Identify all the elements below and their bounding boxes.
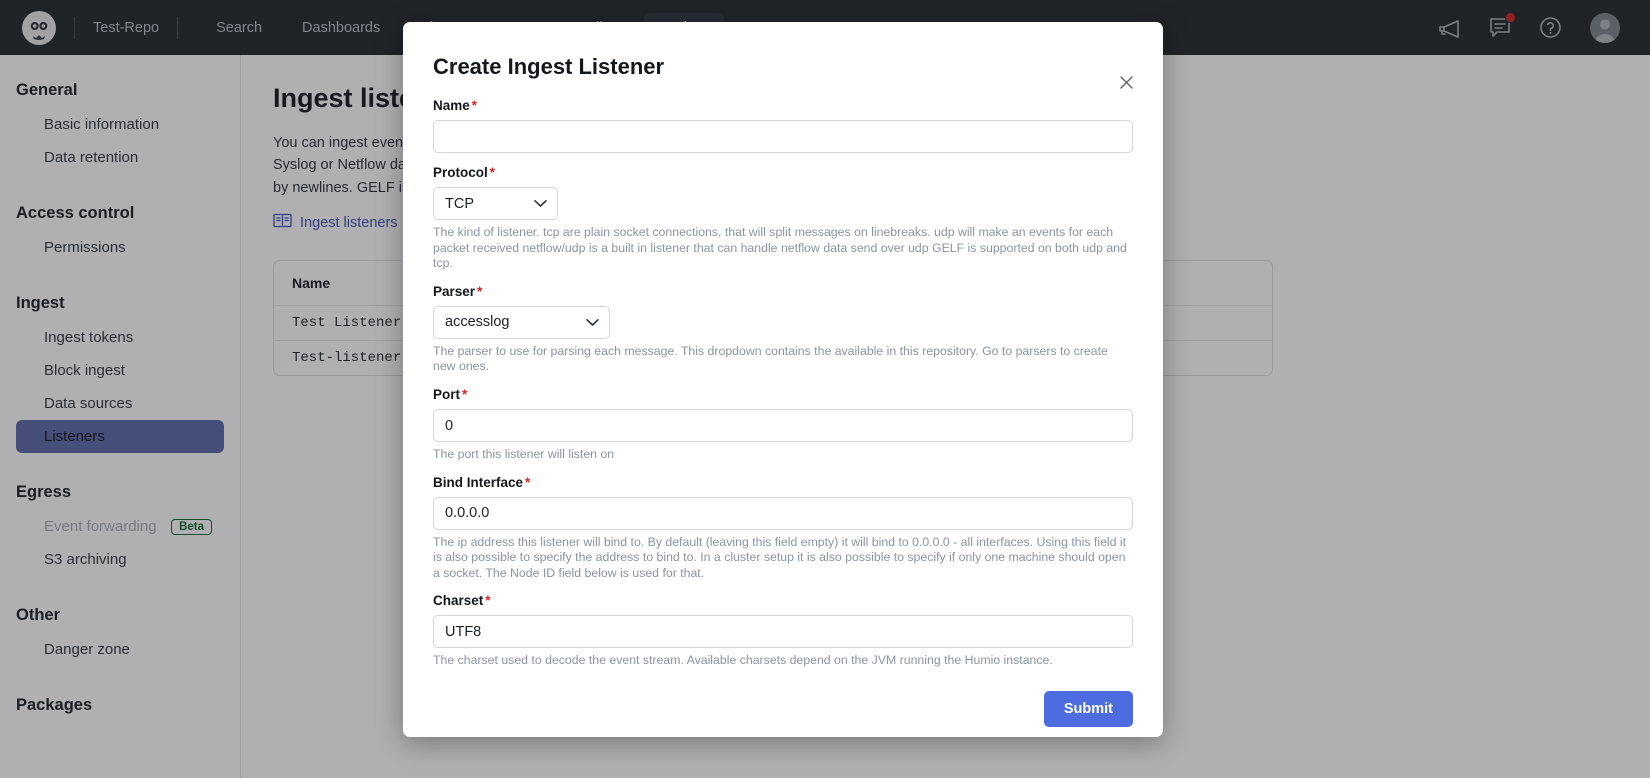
label-text: Name xyxy=(433,98,470,113)
label-charset: Charset* xyxy=(433,593,1133,608)
bind-interface-help-text: The ip address this listener will bind t… xyxy=(433,535,1133,582)
required-marker: * xyxy=(490,165,495,180)
modal-footer: Submit xyxy=(433,691,1133,727)
protocol-help-text: The kind of listener. tcp are plain sock… xyxy=(433,225,1133,272)
required-marker: * xyxy=(485,593,490,608)
label-text: Protocol xyxy=(433,165,488,180)
parser-help-text: The parser to use for parsing each messa… xyxy=(433,344,1133,375)
label-port: Port* xyxy=(433,387,1133,402)
parser-selected-value: accesslog xyxy=(445,314,509,330)
parser-select[interactable]: accesslog xyxy=(433,306,610,339)
label-name: Name* xyxy=(433,98,1133,113)
label-protocol: Protocol* xyxy=(433,165,1133,180)
modal-title: Create Ingest Listener xyxy=(433,54,1133,80)
chevron-down-icon xyxy=(586,318,599,327)
label-bind-interface: Bind Interface* xyxy=(433,475,1133,490)
required-marker: * xyxy=(472,98,477,113)
port-input[interactable]: 0 xyxy=(433,409,1133,442)
submit-button[interactable]: Submit xyxy=(1044,691,1133,727)
charset-help-text: The charset used to decode the event str… xyxy=(433,653,1133,669)
chevron-down-icon xyxy=(534,199,547,208)
charset-input[interactable]: UTF8 xyxy=(433,615,1133,648)
label-text: Parser xyxy=(433,284,475,299)
required-marker: * xyxy=(477,284,482,299)
create-ingest-listener-modal: Create Ingest Listener Name* Protocol* T… xyxy=(403,22,1163,737)
label-text: Charset xyxy=(433,593,483,608)
port-help-text: The port this listener will listen on xyxy=(433,447,1133,463)
required-marker: * xyxy=(525,475,530,490)
bind-interface-input[interactable]: 0.0.0.0 xyxy=(433,497,1133,530)
label-text: Bind Interface xyxy=(433,475,523,490)
required-marker: * xyxy=(462,387,467,402)
label-text: Port xyxy=(433,387,460,402)
app-root: Test-Repo Search Dashboards Alerts Parse… xyxy=(0,0,1650,778)
close-icon[interactable] xyxy=(1115,74,1137,96)
protocol-select[interactable]: TCP xyxy=(433,187,558,220)
name-input[interactable] xyxy=(433,120,1133,153)
label-parser: Parser* xyxy=(433,284,1133,299)
protocol-selected-value: TCP xyxy=(445,196,474,212)
